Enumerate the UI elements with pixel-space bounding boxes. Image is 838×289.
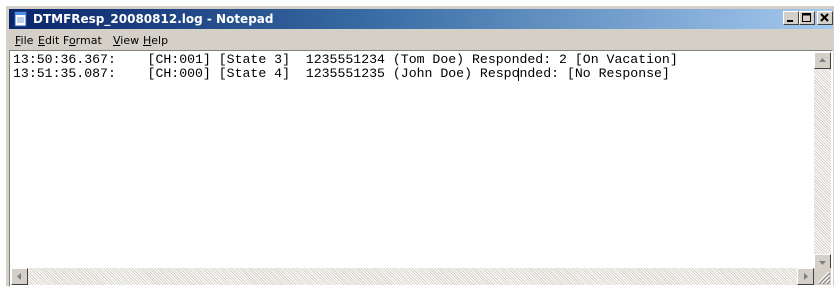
text-editor[interactable]: 13:50:36.367: [CH:001] [State 3] 1235551… — [11, 52, 814, 271]
menu-file-label: ile — [20, 34, 34, 47]
notepad-window: DTMFResp_20080812.log - Notepad File Edi… — [6, 6, 834, 287]
window-title: DTMFResp_20080812.log - Notepad — [33, 12, 274, 26]
menu-edit-label: dit — [44, 34, 60, 47]
scroll-up-button[interactable] — [814, 52, 831, 69]
menu-edit[interactable]: Edit — [38, 34, 59, 47]
menu-edit-mnemonic: E — [38, 34, 45, 47]
notepad-icon[interactable] — [13, 11, 29, 27]
text-caret — [518, 68, 519, 81]
scroll-left-button[interactable] — [11, 268, 28, 285]
scroll-right-button[interactable] — [797, 268, 814, 285]
menu-view[interactable]: View — [113, 34, 139, 47]
editor-frame: 13:50:36.367: [CH:001] [State 3] 1235551… — [9, 50, 833, 287]
close-icon — [820, 13, 829, 22]
arrow-left-icon — [17, 273, 21, 280]
menu-bar: File Edit Format View Help — [9, 31, 833, 49]
menu-help[interactable]: Help — [143, 34, 168, 47]
maximize-button[interactable] — [799, 11, 815, 25]
menu-view-label: iew — [120, 34, 140, 47]
minimize-icon — [787, 20, 793, 22]
log-line: 13:50:36.367: [CH:001] [State 3] 1235551… — [13, 52, 678, 67]
menu-format[interactable]: Format — [63, 34, 102, 47]
log-line: 13:51:35.087: [CH:000] [State 4] 1235551… — [13, 66, 670, 81]
maximize-icon — [802, 13, 811, 22]
menu-help-label: elp — [151, 34, 169, 47]
menu-format-mnemonic: o — [68, 34, 76, 47]
vertical-scrollbar[interactable] — [814, 52, 831, 271]
title-bar[interactable]: DTMFResp_20080812.log - Notepad — [9, 9, 833, 29]
horizontal-scrollbar[interactable] — [11, 268, 814, 285]
arrow-right-icon — [804, 273, 808, 280]
menu-format-label: rmat — [75, 34, 102, 47]
size-grip[interactable] — [814, 268, 831, 285]
arrow-up-icon — [819, 58, 826, 62]
minimize-button[interactable] — [783, 11, 799, 25]
menu-file[interactable]: File — [15, 34, 33, 47]
resize-grip-icon — [817, 271, 831, 285]
close-button[interactable] — [817, 11, 833, 25]
